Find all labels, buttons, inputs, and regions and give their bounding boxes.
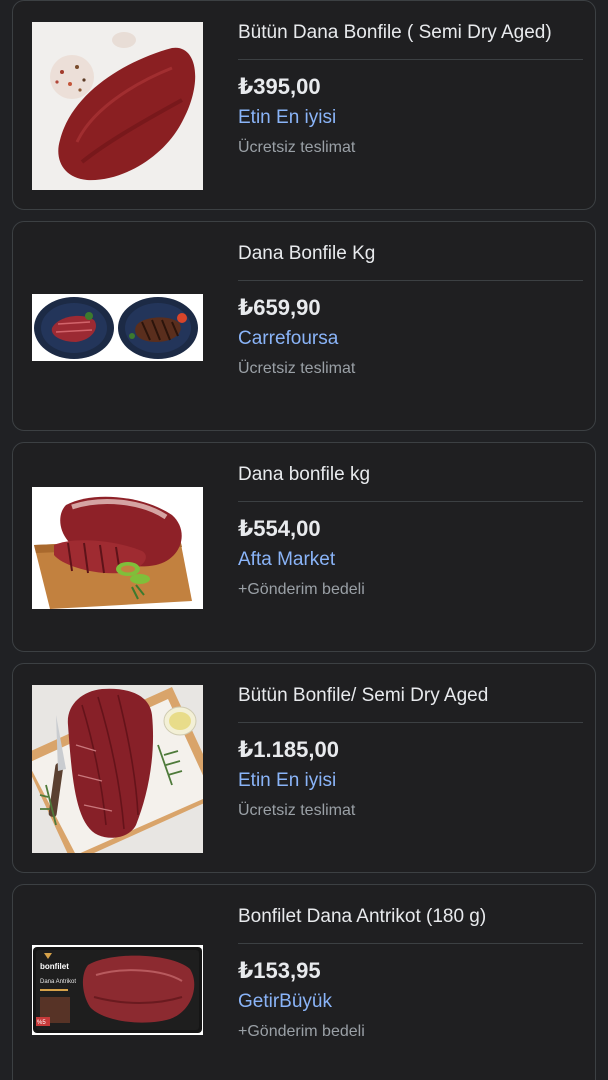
product-card[interactable]: Bütün Dana Bonfile ( Semi Dry Aged) ₺395… bbox=[12, 0, 596, 210]
merchant-link[interactable]: Carrefoursa bbox=[238, 327, 583, 351]
product-price: ₺395,00 bbox=[238, 74, 321, 99]
shipping-info: Ücretsiz teslimat bbox=[238, 802, 356, 819]
product-image[interactable] bbox=[32, 22, 203, 190]
shipping-info: Ücretsiz teslimat bbox=[238, 139, 356, 156]
product-info: Bütün Dana Bonfile ( Semi Dry Aged) ₺395… bbox=[238, 1, 583, 158]
divider bbox=[238, 59, 583, 60]
shipping-info: +Gönderim bedeli bbox=[238, 581, 365, 598]
product-image[interactable] bbox=[32, 294, 203, 361]
shopping-results-feed: Bütün Dana Bonfile ( Semi Dry Aged) ₺395… bbox=[0, 0, 608, 1080]
product-card[interactable]: Dana Bonfile Kg ₺659,90 Carrefoursa Ücre… bbox=[12, 221, 596, 431]
product-info: Dana bonfile kg ₺554,00 Afta Market +Gön… bbox=[238, 443, 583, 600]
divider bbox=[238, 722, 583, 723]
package-product-text: Dana Antrikot bbox=[40, 979, 76, 985]
shipping-info: Ücretsiz teslimat bbox=[238, 360, 356, 377]
product-price: ₺554,00 bbox=[238, 516, 321, 541]
divider bbox=[238, 280, 583, 281]
merchant-link[interactable]: Etin En iyisi bbox=[238, 106, 583, 130]
product-info: Dana Bonfile Kg ₺659,90 Carrefoursa Ücre… bbox=[238, 222, 583, 379]
product-price: ₺659,90 bbox=[238, 295, 321, 320]
product-title[interactable]: Bonfilet Dana Antrikot (180 g) bbox=[238, 905, 583, 929]
product-card[interactable]: Bütün Bonfile/ Semi Dry Aged ₺1.185,00 E… bbox=[12, 663, 596, 873]
product-image[interactable] bbox=[32, 487, 203, 609]
package-badge-text: %5 bbox=[37, 1020, 46, 1026]
product-info: Bütün Bonfile/ Semi Dry Aged ₺1.185,00 E… bbox=[238, 664, 583, 821]
product-price: ₺153,95 bbox=[238, 958, 321, 983]
whole-beef-tenderloin-photo bbox=[32, 22, 203, 190]
product-title[interactable]: Dana Bonfile Kg bbox=[238, 242, 583, 266]
packaged-steak-photo: bonfilet Dana Antrikot %5 bbox=[32, 945, 203, 1035]
product-price: ₺1.185,00 bbox=[238, 737, 339, 762]
product-card[interactable]: bonfilet Dana Antrikot %5 Bonfilet Dana … bbox=[12, 884, 596, 1080]
merchant-link[interactable]: Etin En iyisi bbox=[238, 769, 583, 793]
merchant-link[interactable]: Afta Market bbox=[238, 548, 583, 572]
sliced-steak-plates-photo bbox=[32, 294, 203, 361]
product-title[interactable]: Bütün Bonfile/ Semi Dry Aged bbox=[238, 684, 583, 708]
product-image[interactable] bbox=[32, 685, 203, 853]
divider bbox=[238, 943, 583, 944]
product-title[interactable]: Bütün Dana Bonfile ( Semi Dry Aged) bbox=[238, 21, 583, 45]
product-image[interactable]: bonfilet Dana Antrikot %5 bbox=[32, 945, 203, 1035]
shipping-info: +Gönderim bedeli bbox=[238, 1023, 365, 1040]
package-brand-text: bonfilet bbox=[40, 962, 69, 971]
divider bbox=[238, 501, 583, 502]
product-title[interactable]: Dana bonfile kg bbox=[238, 463, 583, 487]
merchant-link[interactable]: GetirBüyük bbox=[238, 990, 583, 1014]
product-card[interactable]: Dana bonfile kg ₺554,00 Afta Market +Gön… bbox=[12, 442, 596, 652]
tenderloin-on-board-photo bbox=[32, 487, 203, 609]
product-info: Bonfilet Dana Antrikot (180 g) ₺153,95 G… bbox=[238, 885, 583, 1042]
tenderloin-with-knife-photo bbox=[32, 685, 203, 853]
